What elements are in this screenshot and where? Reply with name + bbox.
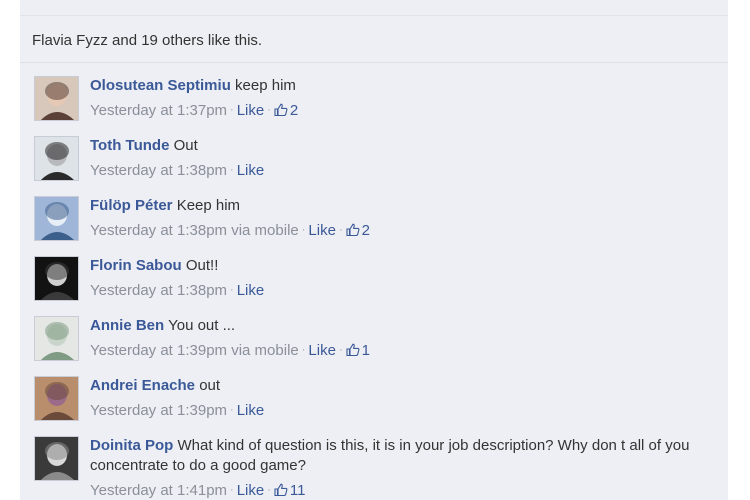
comment-meta: Yesterday at 1:38pm via mobile · Like · 2: [90, 220, 720, 241]
comment-meta: Yesterday at 1:38pm · Like: [90, 280, 720, 301]
like-count-number: 2: [289, 102, 299, 119]
avatar[interactable]: [34, 196, 79, 241]
comment-text: out: [199, 377, 221, 394]
comment-meta: Yesterday at 1:38pm · Like: [90, 160, 720, 181]
comment-body: Fülöp Péter Keep him Yesterday at 1:38pm …: [90, 196, 720, 241]
meta-separator: ·: [230, 404, 234, 416]
comment-text: Out!!: [185, 257, 219, 274]
comment-author[interactable]: Andrei Enache: [90, 377, 195, 394]
meta-separator: ·: [338, 344, 343, 356]
comment-timestamp[interactable]: Yesterday at 1:37pm: [90, 102, 227, 119]
meta-separator: ·: [301, 344, 306, 356]
top-divider: [20, 15, 728, 16]
like-link[interactable]: Like: [237, 402, 265, 419]
comment-line: Andrei Enache out: [90, 376, 720, 396]
comment-timestamp[interactable]: Yesterday at 1:38pm: [90, 282, 227, 299]
comment-timestamp[interactable]: Yesterday at 1:39pm: [90, 342, 227, 359]
like-count[interactable]: 1: [346, 342, 370, 359]
like-count[interactable]: 2: [346, 222, 370, 239]
comment-timestamp[interactable]: Yesterday at 1:41pm: [90, 482, 227, 499]
comment-line: Fülöp Péter Keep him: [90, 196, 720, 216]
comments-panel: Flavia Fyzz and 19 others like this. Olo…: [20, 0, 728, 500]
comment-line: Doinita Pop What kind of question is thi…: [90, 436, 720, 476]
likes-summary[interactable]: Flavia Fyzz and 19 others like this.: [32, 32, 262, 49]
comment-author[interactable]: Florin Sabou: [90, 257, 182, 274]
like-count[interactable]: 2: [274, 102, 298, 119]
like-link[interactable]: Like: [237, 482, 265, 499]
comment-body: Doinita Pop What kind of question is thi…: [90, 436, 720, 500]
comment-author[interactable]: Annie Ben: [90, 317, 164, 334]
comment-text: You out ...: [168, 317, 236, 334]
like-count-number: 11: [289, 482, 306, 499]
meta-separator: ·: [301, 224, 306, 236]
meta-separator: ·: [267, 484, 271, 496]
avatar[interactable]: [34, 76, 79, 121]
comment-meta: Yesterday at 1:39pm via mobile · Like · 1: [90, 340, 720, 361]
meta-separator: ·: [230, 484, 234, 496]
comment-author[interactable]: Fülöp Péter: [90, 197, 173, 214]
comment-text: Keep him: [176, 197, 241, 214]
thumbs-up-icon: [274, 483, 288, 496]
avatar[interactable]: [34, 436, 79, 481]
comment-text: What kind of question is this, it is in …: [90, 437, 690, 474]
avatar[interactable]: [34, 256, 79, 301]
like-count-number: 1: [361, 342, 370, 359]
like-count[interactable]: 11: [274, 482, 306, 499]
comment-line: Toth Tunde Out: [90, 136, 720, 156]
comment-line: Florin Sabou Out!!: [90, 256, 720, 276]
comment-meta: Yesterday at 1:39pm · Like: [90, 400, 720, 421]
comment-body: Olosutean Septimiu keep him Yesterday at …: [90, 76, 720, 121]
thumbs-up-icon: [346, 223, 360, 236]
meta-separator: ·: [230, 284, 234, 296]
comment-body: Toth Tunde Out Yesterday at 1:38pm · Like: [90, 136, 720, 181]
likes-divider: [20, 62, 728, 63]
comment-timestamp[interactable]: Yesterday at 1:39pm: [90, 402, 227, 419]
comment-author[interactable]: Olosutean Septimiu: [90, 77, 231, 94]
comment-text: Out: [173, 137, 198, 154]
like-link[interactable]: Like: [308, 342, 336, 359]
comment-body: Andrei Enache out Yesterday at 1:39pm · Lik…: [90, 376, 720, 421]
meta-separator: ·: [230, 164, 234, 176]
meta-separator: ·: [230, 104, 234, 116]
comment-meta: Yesterday at 1:41pm · Like · 11: [90, 480, 720, 500]
avatar[interactable]: [34, 376, 79, 421]
like-count-number: 2: [361, 222, 370, 239]
like-link[interactable]: Like: [237, 282, 265, 299]
avatar[interactable]: [34, 316, 79, 361]
like-link[interactable]: Like: [237, 102, 265, 119]
comment-body: Annie Ben You out ... Yesterday at 1:39pm…: [90, 316, 720, 361]
like-link[interactable]: Like: [237, 162, 265, 179]
comment-via: via mobile: [231, 342, 299, 359]
like-link[interactable]: Like: [308, 222, 336, 239]
comment-author[interactable]: Toth Tunde: [90, 137, 169, 154]
comment-via: via mobile: [231, 222, 299, 239]
comment-line: Olosutean Septimiu keep him: [90, 76, 720, 96]
comment-meta: Yesterday at 1:37pm · Like · 2: [90, 100, 720, 121]
comment-line: Annie Ben You out ...: [90, 316, 720, 336]
avatar[interactable]: [34, 136, 79, 181]
meta-separator: ·: [338, 224, 343, 236]
comment-author[interactable]: Doinita Pop: [90, 437, 173, 454]
comment-timestamp[interactable]: Yesterday at 1:38pm: [90, 222, 227, 239]
thumbs-up-icon: [346, 343, 360, 356]
meta-separator: ·: [267, 104, 271, 116]
comment-timestamp[interactable]: Yesterday at 1:38pm: [90, 162, 227, 179]
comment-body: Florin Sabou Out!! Yesterday at 1:38pm · Li…: [90, 256, 720, 301]
comment-text: keep him: [235, 77, 296, 94]
thumbs-up-icon: [274, 103, 288, 116]
